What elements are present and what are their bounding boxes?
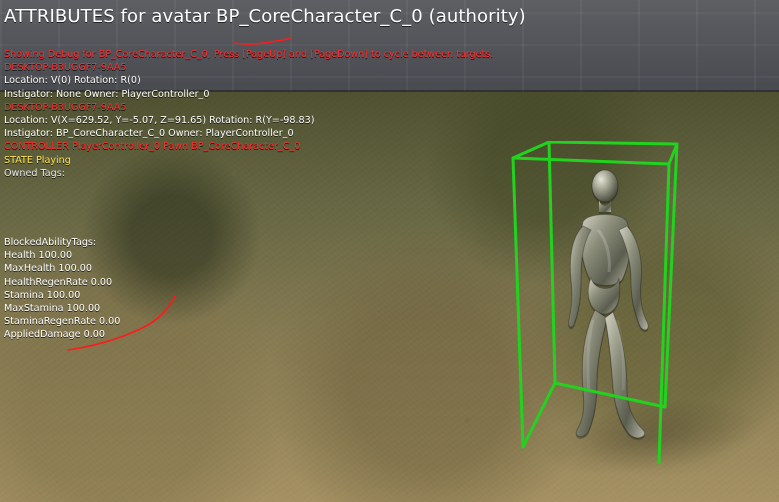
player-character[interactable] bbox=[553, 168, 663, 442]
game-viewport[interactable] bbox=[0, 0, 779, 502]
